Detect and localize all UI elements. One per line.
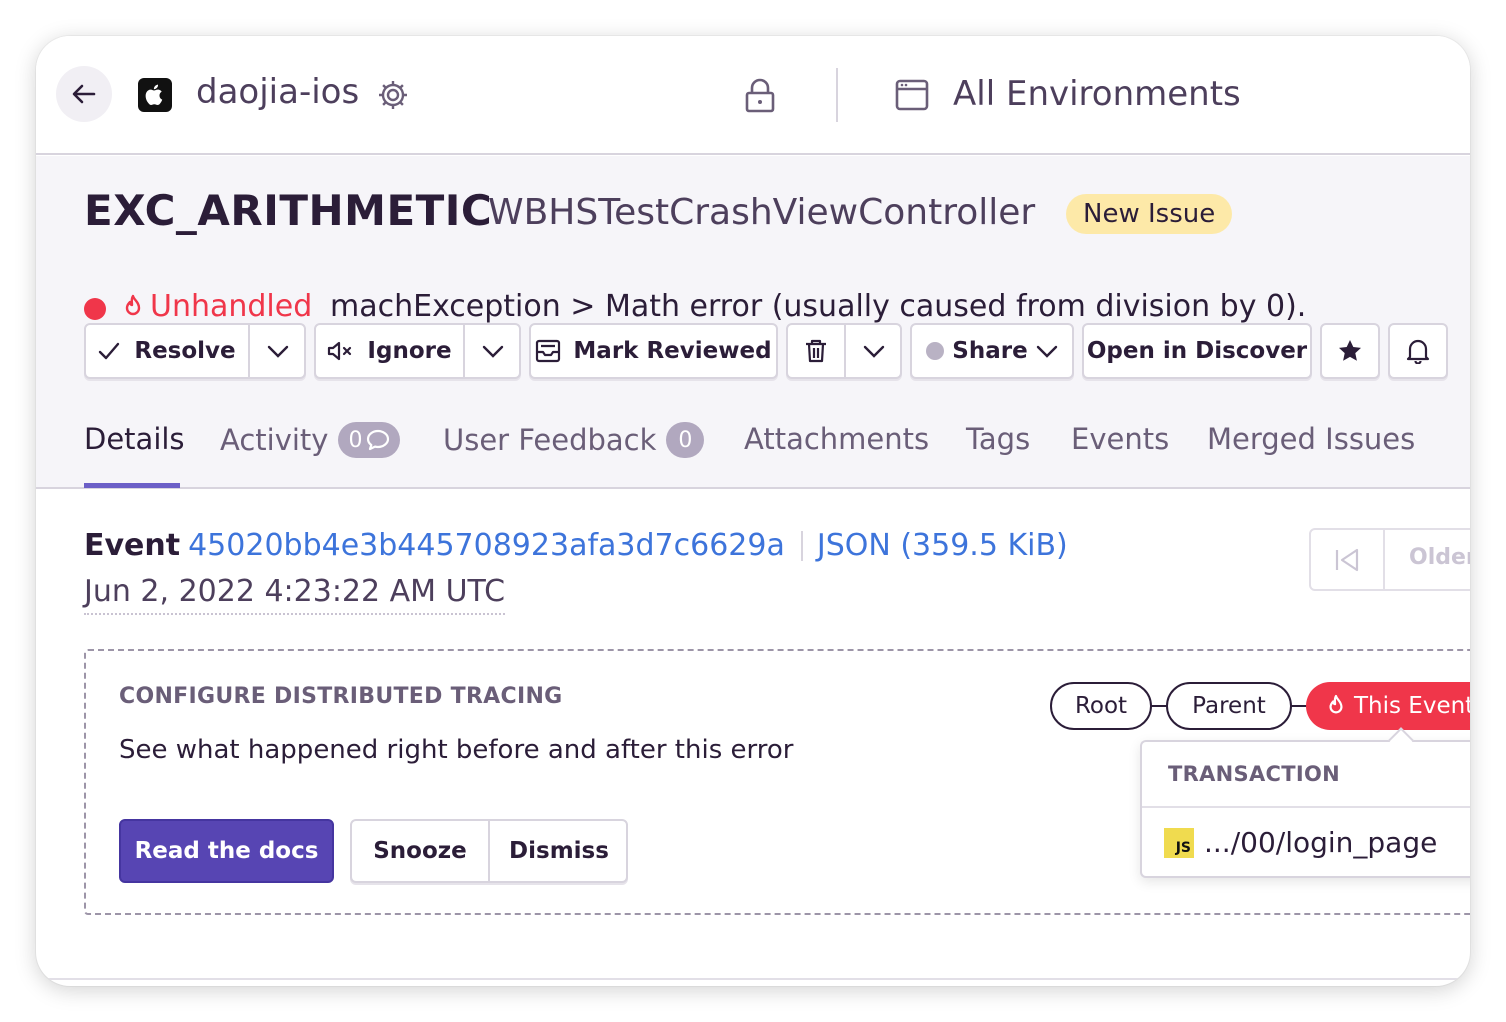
share-status-dot (926, 342, 945, 360)
trace-parent-pill[interactable]: Parent (1166, 682, 1292, 730)
top-bar: daojia-ios All Environments (36, 36, 1470, 155)
new-issue-badge: New Issue (1066, 194, 1233, 234)
user-feedback-count-badge: 0 (666, 422, 705, 458)
apple-icon (138, 78, 172, 112)
back-button[interactable] (56, 66, 112, 122)
inbox-icon (536, 339, 561, 363)
mark-reviewed-button[interactable]: Mark Reviewed (529, 323, 778, 379)
delete-button[interactable] (788, 325, 844, 377)
transaction-item[interactable]: JS .../00/login_page (1164, 826, 1437, 859)
issue-culprit: WBHSTestCrashViewController (488, 192, 1036, 233)
mute-icon (328, 341, 352, 361)
tab-tags[interactable]: Tags (966, 422, 1030, 456)
event-date[interactable]: Jun 2, 2022 4:23:22 AM UTC (84, 574, 506, 615)
this-event-label: This Event (1354, 693, 1470, 719)
project-name[interactable]: daojia-ios (196, 72, 359, 112)
tab-user-feedback-label: User Feedback (443, 423, 657, 457)
chevron-down-icon (482, 345, 504, 358)
issue-header: EXC_ARITHMETIC WBHSTestCrashViewControll… (36, 156, 1470, 489)
issue-title: EXC_ARITHMETIC (84, 186, 493, 235)
ignore-button-group: Ignore (314, 323, 521, 379)
environment-selector[interactable]: All Environments (953, 74, 1241, 114)
delete-button-group (786, 323, 902, 379)
fire-icon (1329, 694, 1343, 714)
active-tab-indicator (84, 483, 180, 488)
bell-icon (1406, 339, 1430, 364)
transaction-name: .../00/login_page (1204, 826, 1438, 859)
tab-events[interactable]: Events (1071, 422, 1169, 456)
transaction-popover: TRANSACTION JS .../00/login_page (1140, 727, 1470, 878)
tab-attachments-label: Attachments (744, 422, 930, 456)
divider (36, 978, 1470, 980)
activity-count-badge: 0 (338, 422, 401, 458)
chevron-down-icon (267, 345, 289, 358)
mark-reviewed-label: Mark Reviewed (573, 338, 772, 364)
dismiss-button[interactable]: Dismiss (490, 821, 628, 881)
issue-window: daojia-ios All Environments EXC_ARITHMET… (36, 36, 1470, 986)
event-label: Event (84, 528, 181, 563)
chevron-down-icon (863, 345, 885, 358)
arrow-left-icon (72, 84, 96, 104)
issue-message: machException > Math error (usually caus… (330, 289, 1307, 324)
tab-merged-issues-label: Merged Issues (1207, 422, 1416, 456)
comment-icon (367, 429, 390, 451)
share-label: Share (952, 338, 1028, 364)
gear-icon[interactable] (376, 78, 410, 112)
chevron-down-icon (1036, 345, 1057, 358)
open-in-discover-label: Open in Discover (1086, 338, 1308, 364)
checkmark-icon (99, 342, 120, 360)
tab-events-label: Events (1071, 422, 1170, 456)
tab-activity-label: Activity (220, 423, 329, 457)
trace-this-event-pill[interactable]: This Event (1306, 682, 1470, 730)
event-id-link[interactable]: 45020bb4e3b445708923afa3d7c6629a (188, 528, 785, 563)
snooze-button[interactable]: Snooze (352, 821, 488, 881)
calendar-icon (894, 78, 930, 112)
first-event-button[interactable] (1311, 530, 1385, 589)
read-the-docs-button[interactable]: Read the docs (119, 819, 334, 883)
tab-merged-issues[interactable]: Merged Issues (1207, 422, 1415, 456)
event-header: Event 45020bb4e3b445708923afa3d7c6629a J… (84, 528, 1068, 563)
unhandled-tag: Unhandled (122, 289, 312, 324)
event-pager: Older (1309, 528, 1470, 591)
resolve-dropdown[interactable] (250, 325, 306, 377)
bookmark-button[interactable] (1320, 323, 1380, 379)
delete-dropdown[interactable] (846, 325, 902, 377)
ignore-label: Ignore (367, 338, 452, 364)
javascript-icon: JS (1164, 827, 1194, 858)
unhandled-label: Unhandled (150, 289, 313, 324)
tab-attachments[interactable]: Attachments (744, 422, 929, 456)
older-event-button[interactable]: Older (1409, 545, 1470, 570)
resolve-button[interactable]: Resolve (86, 325, 248, 377)
resolve-button-group: Resolve (84, 323, 306, 379)
open-in-discover-button[interactable]: Open in Discover (1082, 323, 1312, 379)
tab-details[interactable]: Details (84, 422, 185, 456)
level-indicator (84, 298, 106, 320)
divider (800, 530, 803, 561)
star-icon (1339, 340, 1361, 361)
json-link[interactable]: JSON (359.5 KiB) (817, 528, 1068, 563)
share-button[interactable]: Share (910, 323, 1074, 379)
tab-tags-label: Tags (966, 422, 1031, 456)
tab-details-label: Details (84, 422, 185, 456)
trash-icon (806, 339, 826, 363)
tracing-heading: CONFIGURE DISTRIBUTED TRACING (119, 684, 563, 709)
ignore-button[interactable]: Ignore (316, 325, 463, 377)
activity-count: 0 (348, 427, 363, 453)
tab-user-feedback[interactable]: User Feedback 0 (443, 422, 705, 458)
transaction-heading: TRANSACTION (1142, 742, 1470, 808)
lock-icon[interactable] (743, 78, 777, 114)
fire-icon (125, 294, 141, 315)
tab-activity[interactable]: Activity 0 (220, 422, 401, 458)
ignore-dropdown[interactable] (465, 325, 521, 377)
resolve-label: Resolve (134, 338, 236, 364)
subscribe-button[interactable] (1388, 323, 1448, 379)
topbar-divider (836, 68, 838, 122)
tracing-description: See what happened right before and after… (119, 735, 794, 765)
tracing-button-group: Snooze Dismiss (350, 819, 628, 883)
trace-root-pill[interactable]: Root (1050, 682, 1152, 730)
first-page-icon (1335, 548, 1359, 571)
